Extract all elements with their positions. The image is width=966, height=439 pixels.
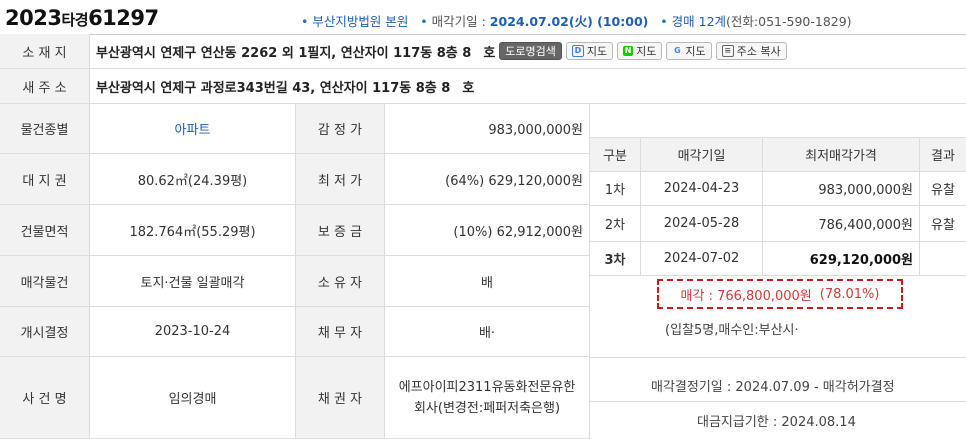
start-decision-value: 2023-10-24 [90, 307, 296, 357]
row-label: 채 권 자 [296, 357, 385, 439]
sale-date: 2024.07.02(火) (10:00) [489, 14, 649, 29]
row-label: 채 무 자 [296, 307, 385, 357]
copy-address-button[interactable]: ≡ 주소 복사 [715, 42, 787, 60]
google-icon: G [674, 46, 681, 55]
row-label: 최 저 가 [296, 154, 385, 205]
daum-icon: D [571, 45, 584, 57]
case-info: • 부산지방법원 본원 • 매각기일 : 2024.07.02(火) (10:0… [301, 14, 852, 29]
row-label: 감 정 가 [296, 104, 385, 154]
copy-icon: ≡ [721, 45, 734, 57]
new-address-label: 새 주 소 [0, 69, 90, 104]
row-label: 매각물건 [0, 256, 90, 307]
payment-deadline: 대금지급기한 : 2024.08.14 [697, 415, 856, 430]
sale-result-box: 매각 : 766,800,000원 (78.01%) [657, 279, 903, 309]
address-value: 부산광역시 연제구 연산동 2262 외 1필지, 연산자이 117동 8층 8 [96, 45, 472, 61]
road-search-button[interactable]: 도로명검색 [499, 42, 562, 60]
sale-percent: (78.01%) [819, 286, 880, 302]
address-label: 소 재 지 [0, 34, 90, 69]
history-result: 유찰 [920, 206, 966, 242]
court-link[interactable]: 부산지방법원 본원 [312, 14, 408, 29]
dept-link[interactable]: 경매 12계 [672, 14, 726, 29]
history-price: 786,400,000원 [763, 206, 920, 242]
history-header-date: 매각기일 [641, 137, 763, 172]
row-label: 보 증 금 [296, 205, 385, 256]
owner-value: 배 [385, 256, 590, 307]
building-area-value: 182.764㎡(55.29평) [90, 205, 296, 256]
divider [590, 357, 966, 358]
new-address-value: 부산광역시 연제구 과정로343번길 43, 연산자이 117동 8층 8 [96, 80, 451, 96]
history-date: 2024-04-23 [641, 172, 763, 206]
history-result [920, 242, 966, 276]
land-right-value: 80.62㎡(24.39평) [90, 154, 296, 205]
history-header-price: 최저매각가격 [763, 137, 920, 172]
creditor-value: 에프아이피2311유동화전문유한 회사(변경전:페퍼저축은행) [385, 357, 590, 439]
google-map-button[interactable]: G 지도 [666, 42, 712, 60]
row-label: 대 지 권 [0, 154, 90, 205]
case-header: 2023타경61297 • 부산지방법원 본원 • 매각기일 : 2024.07… [0, 0, 966, 35]
case-number: 2023타경61297 [5, 6, 159, 30]
row-label: 소 유 자 [296, 256, 385, 307]
history-round: 2차 [590, 206, 641, 242]
row-label: 사 건 명 [0, 357, 90, 439]
property-type-link[interactable]: 아파트 [90, 104, 296, 154]
naver-map-button[interactable]: N 지도 [617, 42, 663, 60]
history-header-round: 구분 [590, 137, 641, 172]
address-row: 부산광역시 연제구 연산동 2262 외 1필지, 연산자이 117동 8층 8… [90, 34, 966, 69]
appraisal-value: 983,000,000원 [385, 104, 590, 154]
history-date: 2024-07-02 [641, 242, 763, 276]
minimum-price-value: (64%) 629,120,000원 [385, 154, 590, 205]
deposit-value: (10%) 62,912,000원 [385, 205, 590, 256]
row-label: 개시결정 [0, 307, 90, 357]
divider [590, 401, 966, 402]
history-round: 3차 [590, 242, 641, 276]
naver-icon: N [623, 46, 634, 56]
history-round: 1차 [590, 172, 641, 206]
case-name-value: 임의경매 [90, 357, 296, 439]
sale-decision-date: 매각결정기일 : 2024.07.09 - 매각허가결정 [651, 380, 895, 395]
sale-amount: 매각 : 766,800,000원 [680, 288, 812, 304]
debtor-value: 배· [385, 307, 590, 357]
bidder-info: (입찰5명,매수인:부산시· [665, 323, 799, 338]
daum-map-button[interactable]: D 지도 [565, 42, 614, 60]
history-price: 629,120,000원 [763, 242, 920, 276]
history-header-result: 결과 [920, 137, 966, 172]
new-address-row: 부산광역시 연제구 과정로343번길 43, 연산자이 117동 8층 8 호 [90, 69, 966, 104]
sale-object-value: 토지·건물 일괄매각 [90, 256, 296, 307]
history-price: 983,000,000원 [763, 172, 920, 206]
history-date: 2024-05-28 [641, 206, 763, 242]
row-label: 물건종별 [0, 104, 90, 154]
row-label: 건물면적 [0, 205, 90, 256]
history-result: 유찰 [920, 172, 966, 206]
